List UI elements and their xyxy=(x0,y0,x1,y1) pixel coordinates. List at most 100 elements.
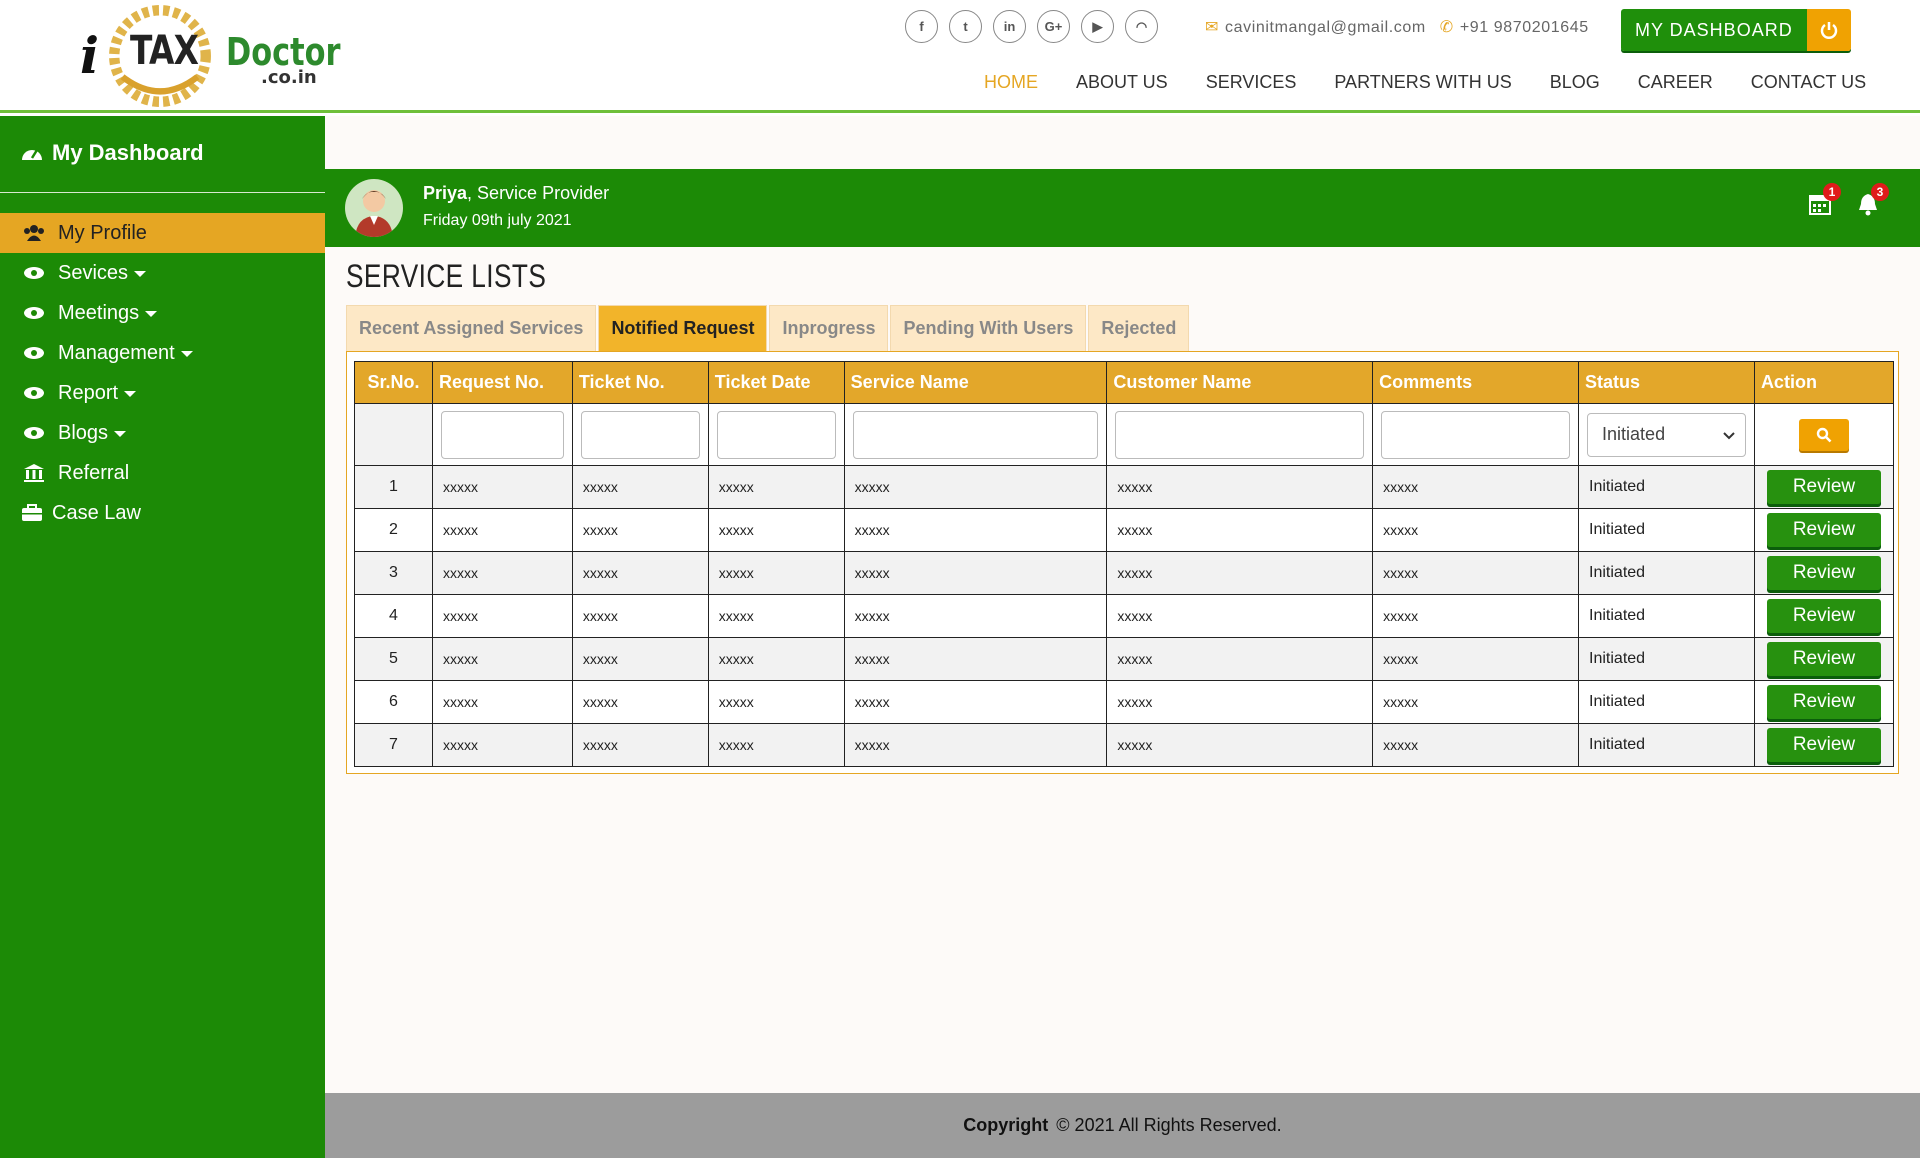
bell-notification[interactable]: 3 xyxy=(1853,183,1889,219)
nav-blog[interactable]: BLOG xyxy=(1550,72,1600,93)
email-text: cavinitmangal@gmail.com xyxy=(1225,19,1426,36)
itaxdoctor-logo[interactable]: i TAX Doctor .co.in xyxy=(78,0,341,110)
cell-service-name: xxxxx xyxy=(843,680,1108,724)
cell-customer-name: xxxxx xyxy=(1106,637,1374,681)
filter-service-cell xyxy=(843,403,1108,466)
filter-row: Initiated xyxy=(354,403,1895,466)
sidebar-item-my-profile[interactable]: My Profile xyxy=(0,213,325,253)
sidebar-item-label: Sevices xyxy=(58,261,129,284)
sidebar-item-referral[interactable]: Referral xyxy=(0,453,325,493)
tab-recent-assigned-services[interactable]: Recent Assigned Services xyxy=(346,305,597,351)
search-icon xyxy=(1816,427,1832,442)
cell-service-name: xxxxx xyxy=(843,723,1108,767)
filter-comments-cell xyxy=(1372,403,1580,466)
ticket-no-filter-input[interactable] xyxy=(580,410,700,459)
nav-contact-us[interactable]: CONTACT US xyxy=(1751,72,1866,93)
cell-action: Review xyxy=(1753,680,1895,724)
tab-inprogress[interactable]: Inprogress xyxy=(769,305,889,351)
search-button[interactable] xyxy=(1798,418,1849,451)
sidebar-item-blogs[interactable]: Blogs xyxy=(0,413,325,453)
filter-status-cell: Initiated xyxy=(1578,403,1755,466)
cell-ticket-date: xxxxx xyxy=(707,723,845,767)
tab-pending-with-users[interactable]: Pending With Users xyxy=(890,305,1087,351)
caret-down-icon xyxy=(180,351,193,357)
cell-customer-name: xxxxx xyxy=(1106,594,1374,638)
cell-comments: xxxxx xyxy=(1372,637,1580,681)
service-name-filter-input[interactable] xyxy=(852,410,1099,459)
review-button[interactable]: Review xyxy=(1766,599,1881,633)
email-contact[interactable]: ✉ cavinitmangal@gmail.com xyxy=(1205,17,1426,37)
cell-action: Review xyxy=(1753,723,1895,767)
nav-career[interactable]: CAREER xyxy=(1638,72,1713,93)
cell-request-no: xxxxx xyxy=(431,637,573,681)
eye-icon xyxy=(22,386,46,400)
linkedin-icon[interactable]: in xyxy=(993,10,1026,43)
request-no-filter-input[interactable] xyxy=(440,410,564,459)
review-button[interactable]: Review xyxy=(1766,556,1881,590)
envelope-icon: ✉ xyxy=(1205,19,1220,36)
cell-comments: xxxxx xyxy=(1372,594,1580,638)
sidebar-item-sevices[interactable]: Sevices xyxy=(0,253,325,293)
sidebar-item-case-law[interactable]: Case Law xyxy=(0,493,325,533)
cell-status: Initiated xyxy=(1578,680,1755,724)
review-button[interactable]: Review xyxy=(1766,685,1881,719)
review-button[interactable]: Review xyxy=(1766,728,1881,762)
tab-rejected[interactable]: Rejected xyxy=(1088,305,1190,351)
twitter-icon[interactable]: t xyxy=(949,10,982,43)
cell-service-name: xxxxx xyxy=(843,465,1108,509)
facebook-icon[interactable]: f xyxy=(905,10,938,43)
cell-ticket-no: xxxxx xyxy=(571,508,709,552)
power-icon[interactable] xyxy=(1806,9,1851,51)
cell-sr-no: 2 xyxy=(354,508,433,552)
review-button[interactable]: Review xyxy=(1766,513,1881,547)
sidebar-item-label: Referral xyxy=(58,461,130,484)
nav-home[interactable]: HOME xyxy=(984,72,1038,93)
social-links: f t in G+ ▶ ◠ xyxy=(905,10,1158,43)
nav-services[interactable]: SERVICES xyxy=(1206,72,1297,93)
filter-action-cell xyxy=(1753,403,1895,466)
review-button[interactable]: Review xyxy=(1766,470,1881,504)
calendar-notification[interactable]: 1 xyxy=(1805,183,1841,219)
briefcase-icon xyxy=(20,504,44,522)
cell-action: Review xyxy=(1753,508,1895,552)
user-name-line: Priya, Service Provider xyxy=(423,183,609,204)
cell-action: Review xyxy=(1753,594,1895,638)
cell-customer-name: xxxxx xyxy=(1106,465,1374,509)
phone-contact[interactable]: ✆ +91 9870201645 xyxy=(1440,17,1589,37)
google-plus-icon[interactable]: G+ xyxy=(1037,10,1070,43)
sidebar-title[interactable]: My Dashboard xyxy=(20,140,204,166)
cell-status: Initiated xyxy=(1578,723,1755,767)
nav-partners-with-us[interactable]: PARTNERS WITH US xyxy=(1334,72,1511,93)
cell-ticket-date: xxxxx xyxy=(707,637,845,681)
nav-about-us[interactable]: ABOUT US xyxy=(1076,72,1168,93)
review-button[interactable]: Review xyxy=(1766,642,1881,676)
customer-name-filter-input[interactable] xyxy=(1115,410,1365,459)
table-row: 5 xxxxx xxxxx xxxxx xxxxx xxxxx xxxxx Initiated… xyxy=(354,637,1895,681)
cell-comments: xxxxx xyxy=(1372,465,1580,509)
sidebar-item-report[interactable]: Report xyxy=(0,373,325,413)
avatar[interactable] xyxy=(345,179,403,237)
rss-icon[interactable]: ◠ xyxy=(1125,10,1158,43)
service-table: Sr.No. Request No. Ticket No. Ticket Dat… xyxy=(354,361,1895,767)
eye-icon xyxy=(22,346,46,360)
eye-icon xyxy=(22,426,46,440)
cell-ticket-no: xxxxx xyxy=(571,465,709,509)
current-date: Friday 09th july 2021 xyxy=(423,212,572,229)
tab-notified-request[interactable]: Notified Request xyxy=(598,305,768,351)
my-dashboard-button[interactable]: MY DASHBOARD xyxy=(1621,9,1851,51)
sidebar-item-meetings[interactable]: Meetings xyxy=(0,293,325,333)
comments-filter-input[interactable] xyxy=(1381,410,1571,459)
ticket-date-filter-input[interactable] xyxy=(716,410,836,459)
page-title: SERVICE LISTS xyxy=(346,258,547,294)
status-filter-select[interactable]: Initiated xyxy=(1587,412,1746,457)
cell-ticket-date: xxxxx xyxy=(707,680,845,724)
cell-request-no: xxxxx xyxy=(431,594,573,638)
eye-icon xyxy=(22,266,46,280)
cell-ticket-no: xxxxx xyxy=(571,680,709,724)
sidebar-title-text: My Dashboard xyxy=(52,140,204,165)
cell-comments: xxxxx xyxy=(1372,551,1580,595)
table-row: 2 xxxxx xxxxx xxxxx xxxxx xxxxx xxxxx Initiated… xyxy=(354,508,1895,552)
sidebar-item-management[interactable]: Management xyxy=(0,333,325,373)
caret-down-icon xyxy=(134,271,147,277)
youtube-icon[interactable]: ▶ xyxy=(1081,10,1114,43)
